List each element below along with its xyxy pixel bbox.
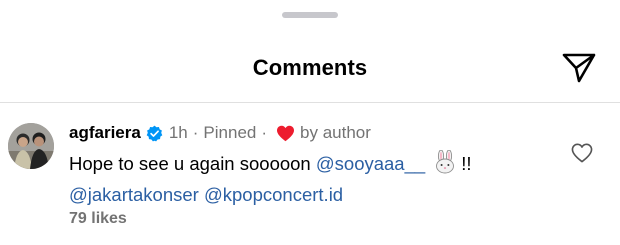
- mention-link[interactable]: @jakartakonser: [69, 184, 199, 205]
- like-button[interactable]: [568, 139, 596, 167]
- meta-separator: ·: [261, 123, 268, 142]
- mention-link[interactable]: @kpopconcert.id: [204, 184, 343, 205]
- verified-badge-icon: [146, 125, 163, 142]
- comment-time: 1h: [168, 123, 188, 142]
- heart-outline-icon: [571, 143, 593, 163]
- share-button[interactable]: [558, 50, 600, 86]
- avatar[interactable]: [8, 123, 54, 169]
- liked-by-author-label: by author: [300, 123, 371, 142]
- pinned-label: Pinned: [203, 123, 257, 142]
- rabbit-face-emoji: [433, 149, 457, 181]
- page-title: Comments: [252, 55, 368, 80]
- comment-exclamation: !!: [461, 153, 472, 174]
- comments-sheet: Comments agfariera 1h · Pinned · by auth…: [0, 0, 620, 245]
- comment-meta: agfariera 1h · Pinned · by author: [69, 123, 371, 143]
- comment-body: Hope to see u again sooooon: [69, 153, 311, 174]
- pinned-comment: agfariera 1h · Pinned · by author Hope t…: [0, 103, 620, 245]
- paper-plane-icon: [562, 53, 596, 83]
- comment-username[interactable]: agfariera: [69, 123, 141, 143]
- comments-header: Comments: [0, 44, 620, 92]
- mention-link[interactable]: @sooyaaa__: [316, 153, 425, 174]
- likes-count[interactable]: 79 likes: [69, 210, 127, 228]
- heart-icon: [276, 125, 295, 142]
- meta-separator: ·: [192, 123, 199, 142]
- sheet-grabber[interactable]: [282, 12, 338, 18]
- comment-text: Hope to see u again sooooon @sooyaaa__ !…: [69, 149, 569, 208]
